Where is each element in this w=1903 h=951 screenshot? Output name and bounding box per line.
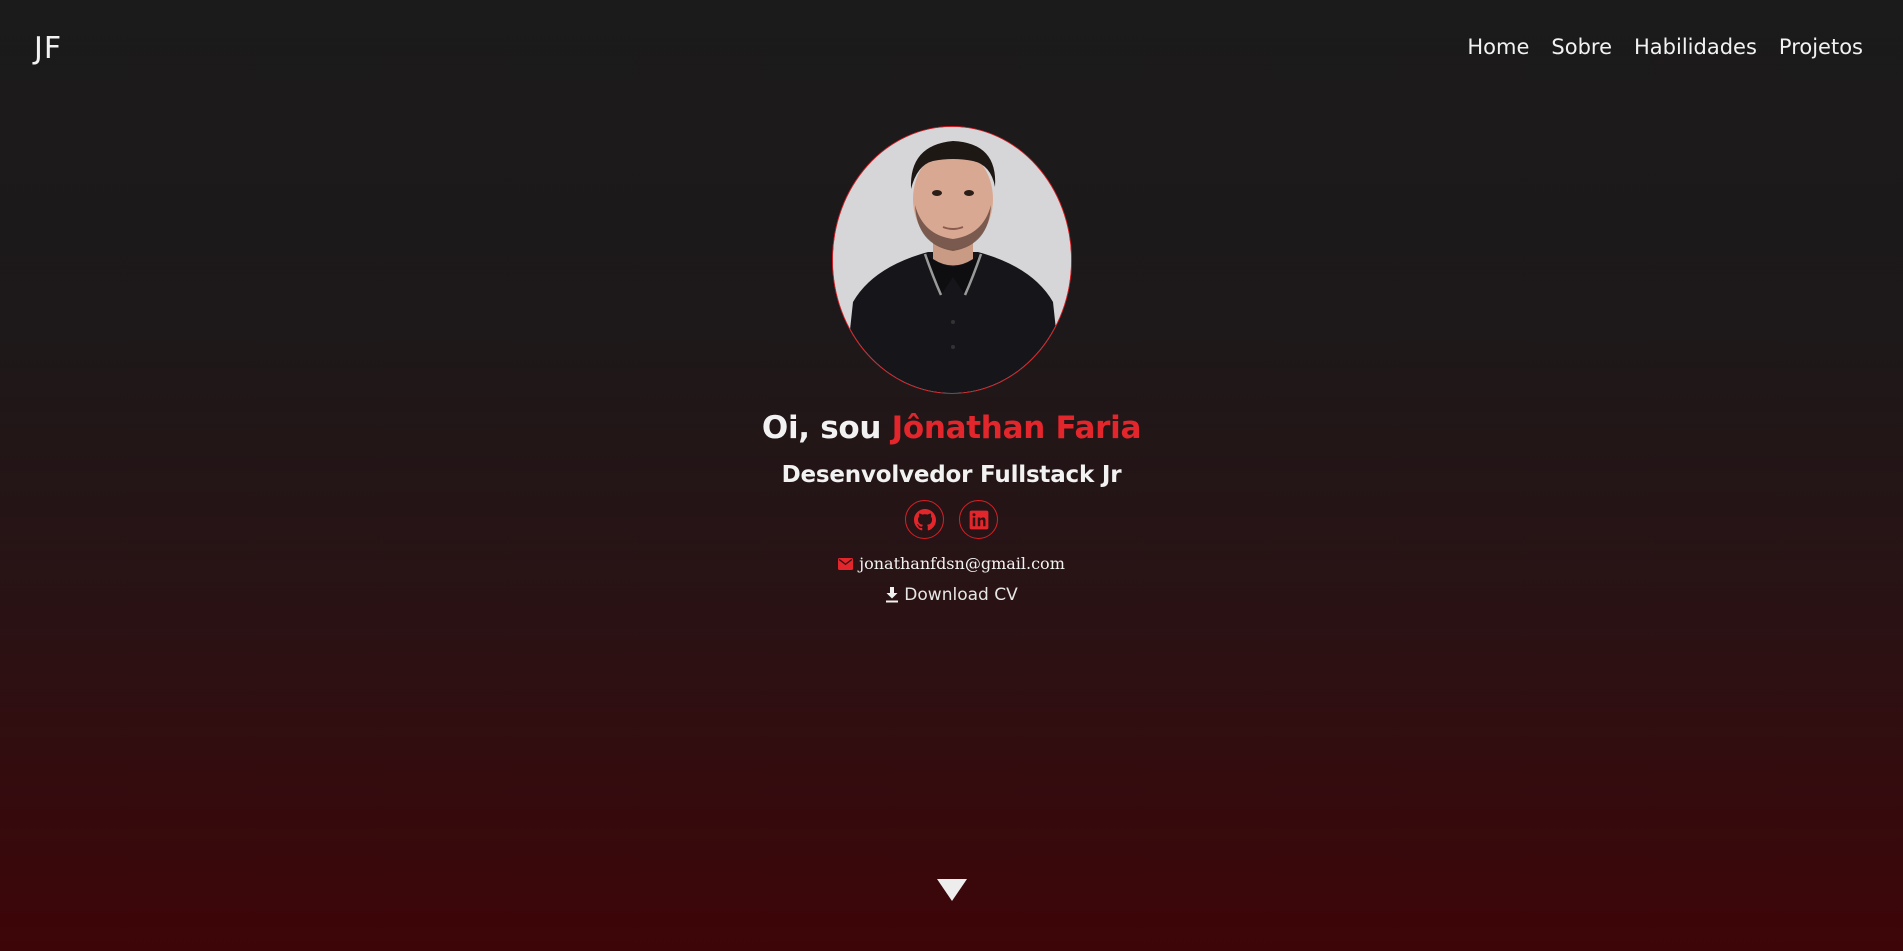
download-icon <box>886 587 899 603</box>
hero-section: Oi, sou Jônathan Faria Desenvolvedor Ful… <box>0 126 1903 605</box>
role-subtitle: Desenvolvedor Fullstack Jr <box>781 462 1122 488</box>
linkedin-link[interactable] <box>959 500 998 539</box>
linkedin-icon <box>969 510 988 529</box>
greeting-prefix: Oi, sou <box>761 410 892 446</box>
nav-sobre[interactable]: Sobre <box>1551 35 1612 59</box>
github-link[interactable] <box>905 500 944 539</box>
nav-home[interactable]: Home <box>1467 35 1529 59</box>
profile-photo <box>831 126 1072 394</box>
greeting-heading: Oi, sou Jônathan Faria <box>762 410 1141 446</box>
email-address[interactable]: jonathanfdsn@gmail.com <box>859 554 1065 573</box>
download-cv-label: Download CV <box>904 585 1018 605</box>
nav-habilidades[interactable]: Habilidades <box>1634 35 1757 59</box>
social-links <box>905 500 998 539</box>
mail-icon <box>838 557 854 570</box>
profile-photo-illustration <box>832 127 1071 393</box>
name-highlight: Jônathan Faria <box>891 410 1142 446</box>
triangle-down-icon[interactable] <box>937 878 967 902</box>
site-header: JF Home Sobre Habilidades Projetos <box>0 0 1903 96</box>
download-cv-link[interactable]: Download CV <box>885 585 1018 605</box>
email-row: jonathanfdsn@gmail.com <box>838 554 1065 573</box>
main-nav: Home Sobre Habilidades Projetos <box>1467 35 1863 59</box>
logo[interactable]: JF <box>34 31 62 66</box>
nav-projetos[interactable]: Projetos <box>1779 35 1863 59</box>
github-icon <box>913 508 936 530</box>
